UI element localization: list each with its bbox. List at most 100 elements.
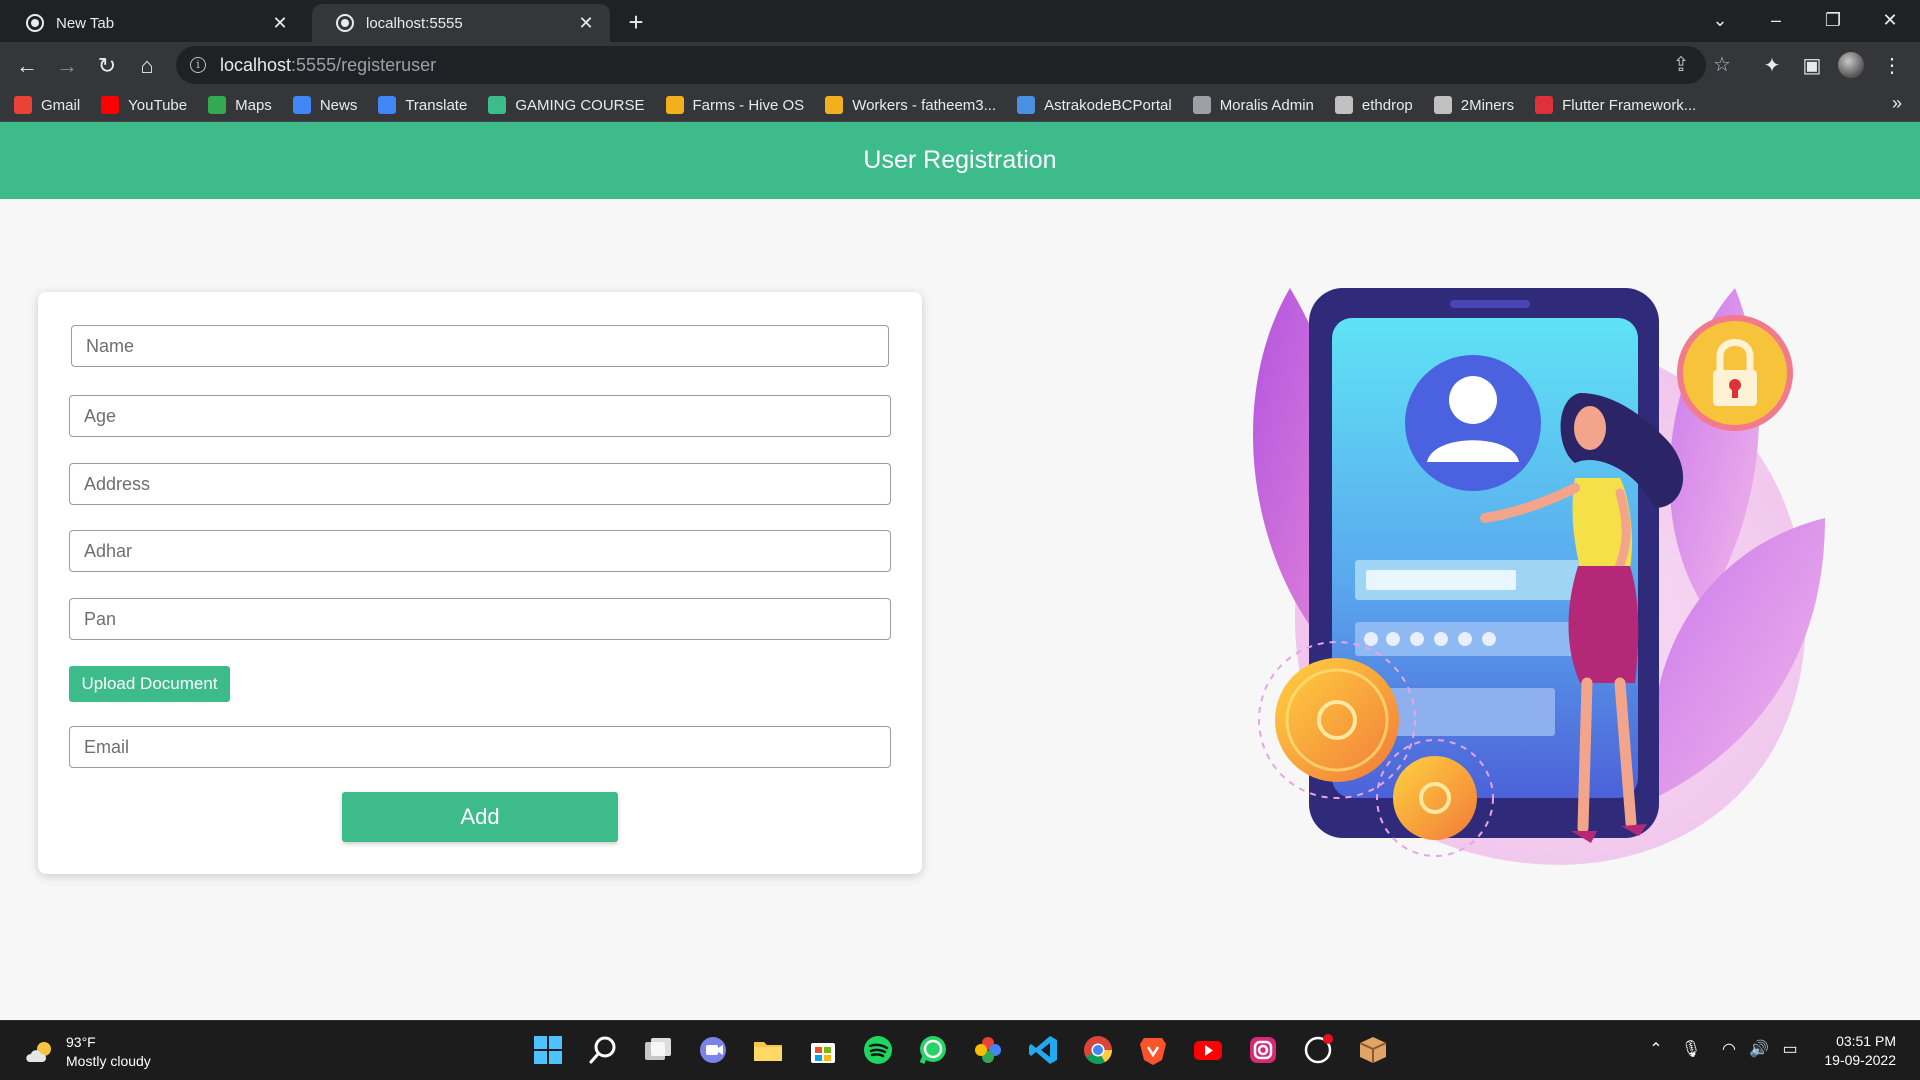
task-view-icon[interactable] — [641, 1033, 675, 1067]
package-box-icon[interactable] — [1356, 1033, 1390, 1067]
windows-start-icon[interactable] — [531, 1033, 565, 1067]
browser-tab-strip: New Tab ✕ localhost:5555 ✕ + ⌄ – ❐ ✕ — [0, 0, 1920, 42]
whatsapp-icon[interactable] — [916, 1033, 950, 1067]
share-icon[interactable]: ⇪ — [1668, 52, 1694, 78]
bookmark-item[interactable]: 2Miners — [1433, 96, 1515, 114]
search-icon[interactable] — [586, 1033, 620, 1067]
site-info-icon[interactable]: i — [190, 57, 206, 73]
bookmark-label: GAMING COURSE — [515, 96, 645, 114]
weather-widget[interactable]: 93°F Mostly cloudy — [24, 1033, 151, 1071]
upload-document-button[interactable]: Upload Document — [69, 666, 230, 702]
brave-icon[interactable] — [1136, 1033, 1170, 1067]
bookmark-item[interactable]: Translate — [378, 96, 467, 114]
tab-search-icon[interactable]: ⌄ — [1700, 6, 1740, 34]
bookmark-star-icon[interactable]: ☆ — [1709, 52, 1735, 78]
battery-icon[interactable]: ▭ — [1779, 1039, 1801, 1061]
name-input[interactable] — [71, 325, 889, 367]
ethereum-icon — [1334, 96, 1353, 114]
bookmark-item[interactable]: Moralis Admin — [1192, 96, 1314, 114]
miners-icon — [1433, 96, 1452, 114]
system-clock[interactable]: 03:51 PM 19-09-2022 — [1824, 1032, 1896, 1070]
bookmark-item[interactable]: News — [292, 96, 358, 114]
volume-icon[interactable]: 🔊 — [1748, 1039, 1770, 1061]
maps-icon — [208, 96, 227, 114]
github-desktop-icon[interactable] — [1301, 1033, 1335, 1067]
bookmark-label: Maps — [235, 96, 272, 114]
google-photos-icon[interactable] — [971, 1033, 1005, 1067]
tab-localhost[interactable]: localhost:5555 ✕ — [312, 4, 610, 42]
bookmark-label: Workers - fatheem3... — [852, 96, 997, 114]
moralis-icon — [1192, 96, 1211, 114]
microphone-icon[interactable]: 🎙 — [1680, 1039, 1702, 1061]
hive-icon — [825, 96, 844, 114]
registration-form: Upload Document Add — [38, 292, 922, 874]
minimize-button[interactable]: – — [1756, 6, 1796, 34]
translate-icon — [378, 96, 397, 114]
bookmark-item[interactable]: Gmail — [14, 96, 80, 114]
file-explorer-icon[interactable] — [751, 1033, 785, 1067]
bookmark-item[interactable]: AstrakodeBCPortal — [1017, 96, 1172, 114]
bookmark-label: News — [319, 96, 358, 114]
vscode-icon[interactable] — [1026, 1033, 1060, 1067]
reload-button[interactable]: ↻ — [91, 50, 123, 82]
chevron-up-icon[interactable]: ⌃ — [1645, 1039, 1667, 1061]
age-input[interactable] — [69, 395, 891, 437]
teams-chat-icon[interactable] — [696, 1033, 730, 1067]
add-button[interactable]: Add — [342, 792, 618, 842]
close-tab-icon[interactable]: ✕ — [270, 13, 290, 33]
address-input[interactable] — [69, 463, 891, 505]
tab-new-tab[interactable]: New Tab ✕ — [2, 4, 304, 42]
page-title: User Registration — [863, 146, 1057, 174]
url-host: localhost — [220, 54, 292, 75]
forward-button[interactable]: → — [51, 50, 83, 82]
restore-button[interactable]: ❐ — [1813, 6, 1853, 34]
bars-icon — [488, 96, 507, 114]
clock-date: 19-09-2022 — [1824, 1052, 1896, 1068]
side-panel-icon[interactable]: ▣ — [1796, 50, 1828, 82]
bookmark-item[interactable]: Workers - fatheem3... — [825, 96, 996, 114]
youtube-icon — [101, 96, 120, 114]
clock-time: 03:51 PM — [1836, 1033, 1896, 1049]
menu-icon[interactable]: ⋮ — [1876, 50, 1908, 82]
extensions-icon[interactable]: ✦ — [1756, 50, 1788, 82]
spotify-icon[interactable] — [861, 1033, 895, 1067]
email-input[interactable] — [69, 726, 891, 768]
profile-avatar[interactable] — [1838, 52, 1864, 78]
chrome-icon — [26, 14, 44, 32]
registration-illustration — [1252, 288, 1825, 865]
bookmark-item[interactable]: ethdrop — [1334, 96, 1413, 114]
bookmark-label: Translate — [405, 96, 468, 114]
instagram-icon[interactable] — [1246, 1033, 1280, 1067]
chrome-icon[interactable] — [1081, 1033, 1115, 1067]
news-icon — [292, 96, 311, 114]
close-tab-icon[interactable]: ✕ — [576, 13, 596, 33]
bookmark-label: YouTube — [128, 96, 188, 114]
back-button[interactable]: ← — [11, 50, 43, 82]
bookmark-item[interactable]: Maps — [208, 96, 272, 114]
globe-icon — [336, 14, 354, 32]
bookmark-item[interactable]: GAMING COURSE — [488, 96, 645, 114]
microsoft-store-icon[interactable] — [806, 1033, 840, 1067]
youtube-icon[interactable] — [1191, 1033, 1225, 1067]
page-header: User Registration — [0, 122, 1920, 199]
bookmark-label: 2Miners — [1460, 96, 1515, 114]
pan-input[interactable] — [69, 598, 891, 640]
new-tab-button[interactable]: + — [622, 8, 650, 36]
bookmark-item[interactable]: YouTube — [101, 96, 187, 114]
home-button[interactable]: ⌂ — [131, 50, 163, 82]
hive-icon — [665, 96, 684, 114]
more-bookmarks-icon[interactable]: » — [1892, 93, 1902, 114]
tab-title: New Tab — [56, 14, 115, 32]
weather-desc: Mostly cloudy — [66, 1053, 151, 1069]
bookmark-label: ethdrop — [1361, 96, 1413, 114]
bookmark-item[interactable]: Farms - Hive OS — [665, 96, 805, 114]
wifi-icon[interactable]: ◠ — [1718, 1039, 1740, 1061]
bookmarks-bar: Gmail YouTube Maps News Translate GAMING COUR… — [0, 89, 1920, 122]
adhar-input[interactable] — [69, 530, 891, 572]
close-window-button[interactable]: ✕ — [1870, 6, 1910, 34]
flutter-icon — [1535, 96, 1554, 114]
bookmark-label: Farms - Hive OS — [692, 96, 805, 114]
address-bar[interactable]: i localhost:5555/registeruser — [176, 46, 1706, 84]
tab-title: localhost:5555 — [366, 14, 463, 32]
bookmark-item[interactable]: Flutter Framework... — [1535, 96, 1696, 114]
